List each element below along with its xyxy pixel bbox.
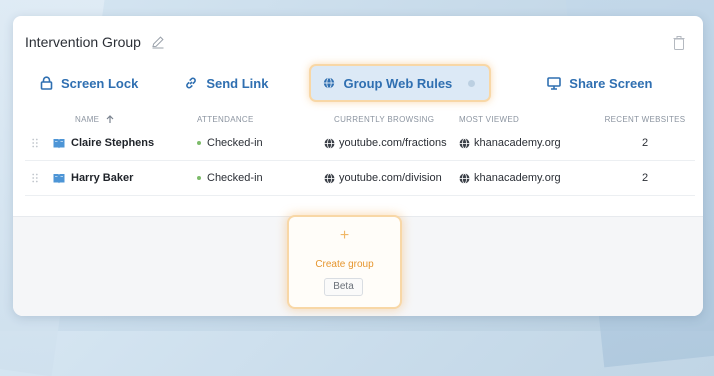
group-web-rules-button[interactable]: Group Web Rules (311, 66, 490, 100)
globe-icon (324, 137, 335, 149)
plus-icon: + (339, 227, 350, 244)
checked-in-indicator (197, 176, 201, 180)
send-link-button[interactable]: Send Link (184, 66, 268, 100)
pencil-icon[interactable] (151, 35, 165, 49)
table-header: NAME ATTENDANCE CURRENTLY BROWSING MOST … (25, 112, 695, 126)
recent-websites-count[interactable]: 2 (595, 137, 695, 149)
screen-lock-label: Screen Lock (61, 75, 139, 91)
monitor-icon (547, 76, 562, 90)
trash-icon[interactable] (673, 36, 685, 50)
globe-icon (459, 172, 470, 184)
status-dot (468, 79, 476, 87)
group-title: Intervention Group (25, 34, 141, 50)
group-toolbar: Screen Lock Send Link Group Web Rules Sh… (25, 66, 695, 100)
most-viewed-url[interactable]: khanacademy.org (474, 172, 561, 184)
book-icon (53, 173, 65, 183)
book-icon (53, 138, 65, 148)
header-recent-websites: RECENT WEBSITES (604, 114, 686, 124)
globe-icon (459, 137, 470, 149)
table-row[interactable]: Claire Stephens Checked-in youtube.com/f… (25, 126, 695, 161)
create-group-label: Create group (315, 259, 374, 270)
recent-websites-count[interactable]: 2 (595, 172, 695, 184)
drag-handle-icon[interactable] (31, 138, 39, 148)
send-link-label: Send Link (206, 75, 269, 91)
create-group-button[interactable]: + Create group Beta (289, 217, 400, 307)
drag-handle-icon[interactable] (31, 173, 39, 183)
currently-browsing-url[interactable]: youtube.com/division (339, 172, 442, 184)
table-row[interactable]: Harry Baker Checked-in youtube.com/divis… (25, 161, 695, 196)
currently-browsing-url[interactable]: youtube.com/fractions (339, 137, 447, 149)
share-screen-label: Share Screen (569, 75, 653, 91)
student-name[interactable]: Claire Stephens (71, 137, 154, 149)
globe-icon (324, 172, 335, 184)
lock-icon (40, 76, 53, 90)
header-name[interactable]: NAME (25, 115, 187, 124)
header-name-label: NAME (75, 114, 100, 124)
header-most-viewed: MOST VIEWED (459, 114, 520, 124)
group-header: Intervention Group (25, 34, 165, 50)
beta-badge: Beta (324, 278, 363, 296)
share-screen-button[interactable]: Share Screen (547, 66, 652, 100)
students-table: NAME ATTENDANCE CURRENTLY BROWSING MOST … (25, 112, 695, 196)
arrow-up-icon (106, 114, 114, 123)
screen-lock-button[interactable]: Screen Lock (40, 66, 138, 100)
most-viewed-url[interactable]: khanacademy.org (474, 137, 561, 149)
header-currently-browsing: CURRENTLY BROWSING (334, 114, 435, 124)
checked-in-indicator (197, 141, 201, 145)
link-icon (186, 77, 197, 89)
globe-icon (324, 77, 335, 89)
group-web-rules-label: Group Web Rules (343, 75, 453, 91)
student-name[interactable]: Harry Baker (71, 172, 133, 184)
header-attendance: ATTENDANCE (197, 114, 254, 124)
attendance-status: Checked-in (207, 137, 263, 149)
attendance-status: Checked-in (207, 172, 263, 184)
